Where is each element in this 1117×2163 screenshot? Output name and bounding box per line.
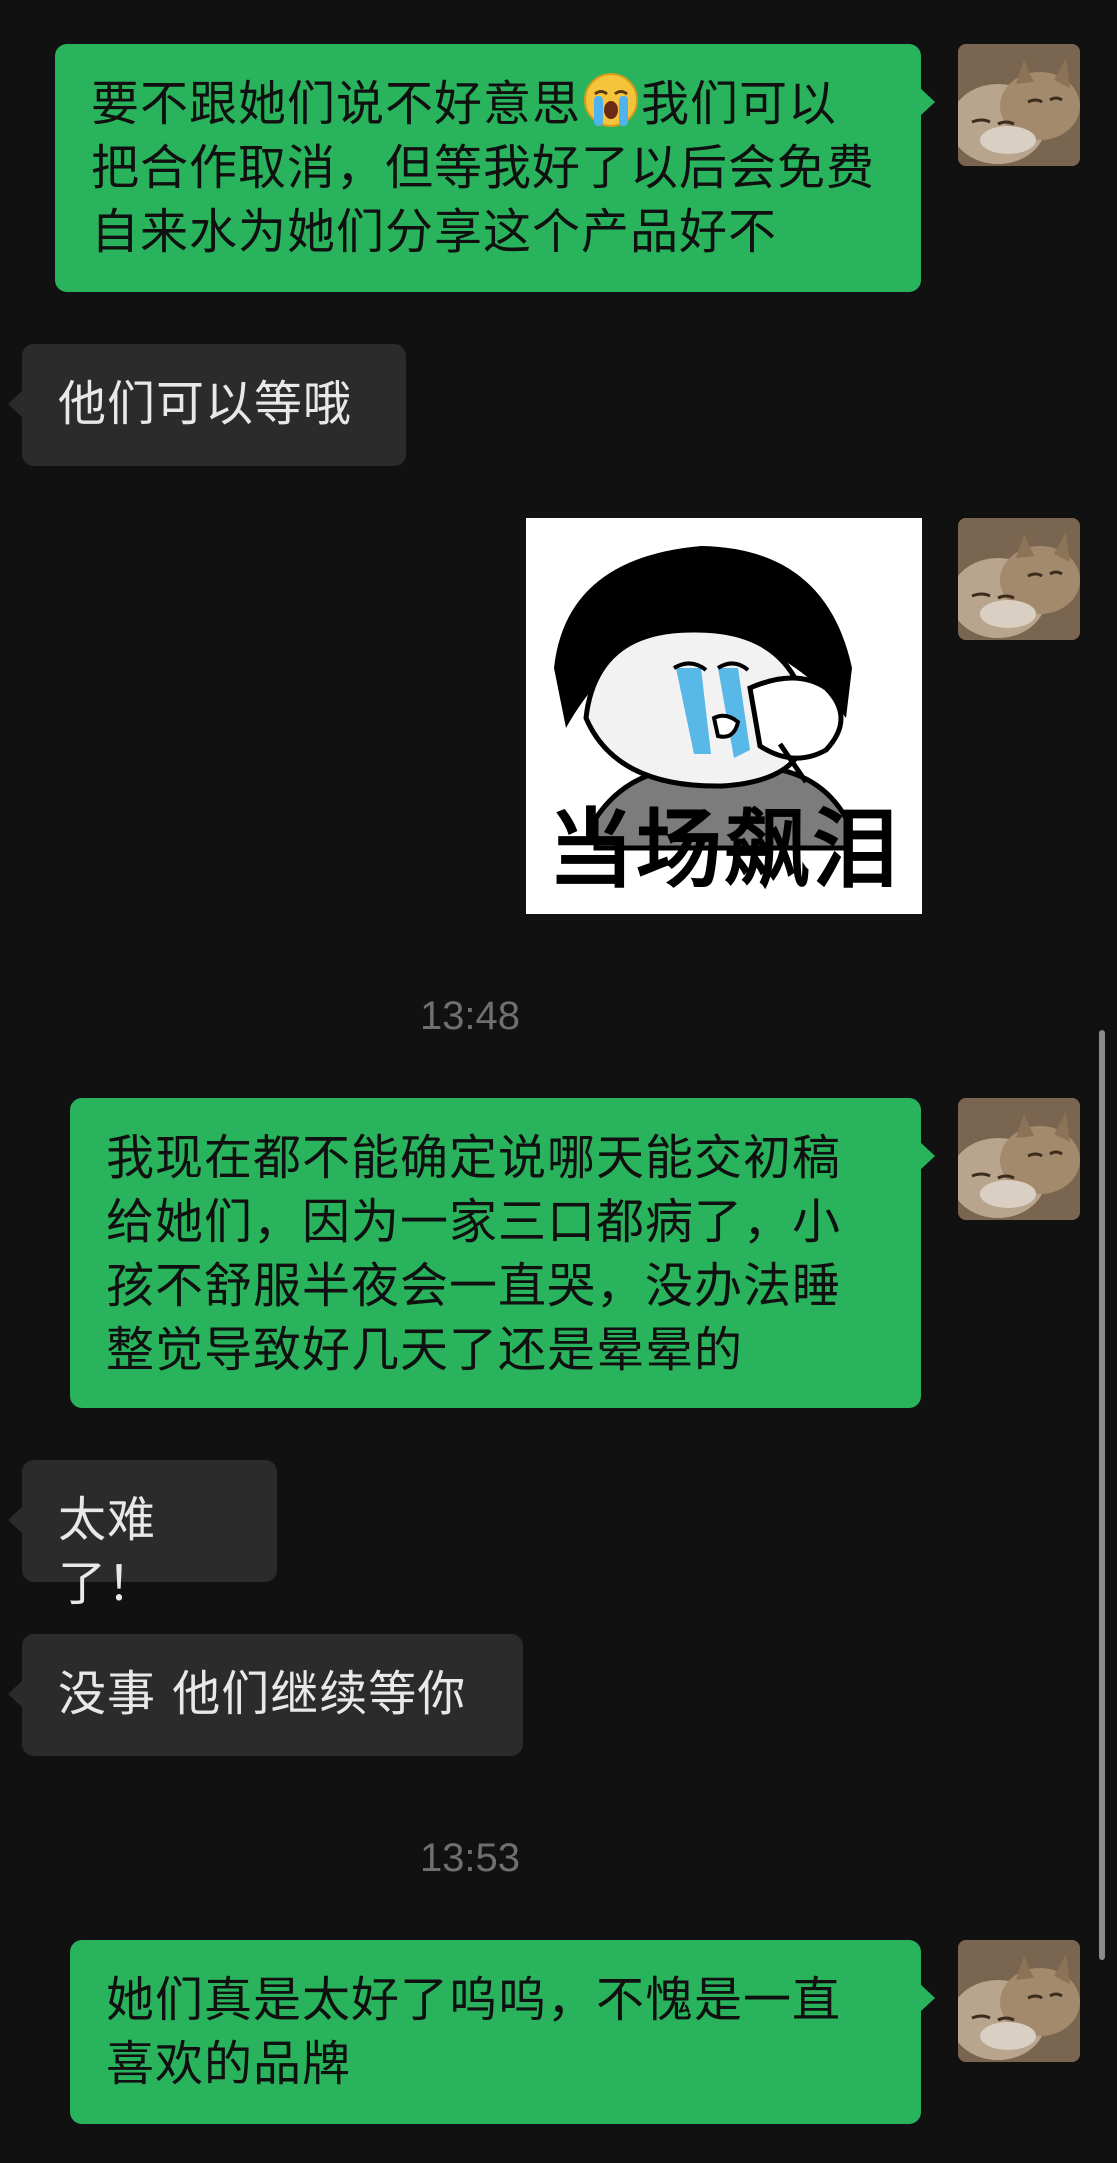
message-bubble-outgoing[interactable]: 我现在都不能确定说哪天能交初稿给她们，因为一家三口都病了，小孩不舒服半夜会一直哭… [70, 1098, 935, 1408]
message-text: 没事 他们继续等你 [58, 1666, 467, 1722]
avatar[interactable] [958, 44, 1080, 166]
message-bubble-outgoing[interactable]: 要不跟她们说不好意思 我们可以把合作取消，但等我好了以后会免费自来水为她们分享这… [55, 44, 935, 292]
avatar[interactable] [958, 1940, 1080, 2062]
timestamp: 13:53 [419, 1836, 521, 1880]
message-text: 他们可以等哦 [58, 376, 353, 432]
message-text: 要不跟她们说不好意思 [91, 76, 582, 132]
cat-avatar-icon [958, 44, 1080, 166]
loudly-crying-face-icon [583, 72, 639, 128]
message-bubble-outgoing[interactable]: 她们真是太好了呜呜，不愧是一直喜欢的品牌 [70, 1940, 935, 2124]
message-text: 她们真是太好了呜呜，不愧是一直喜欢的品牌 [106, 1972, 842, 2092]
message-text: 我现在都不能确定说哪天能交初稿给她们，因为一家三口都病了，小孩不舒服半夜会一直哭… [106, 1130, 842, 1378]
cat-avatar-icon [958, 1940, 1080, 2062]
sticker-caption: 当场飙泪 [548, 800, 900, 900]
message-bubble-incoming[interactable]: 没事 他们继续等你 [8, 1634, 523, 1756]
avatar[interactable] [958, 518, 1080, 640]
message-bubble-incoming[interactable]: 他们可以等哦 [8, 344, 406, 466]
sticker-image[interactable]: 当场飙泪 [526, 518, 922, 914]
avatar[interactable] [958, 1098, 1080, 1220]
message-text: 太难了！ [58, 1492, 157, 1612]
timestamp: 13:48 [419, 994, 521, 1038]
message-bubble-incoming[interactable]: 太难了！ [8, 1460, 277, 1612]
scrollbar[interactable] [1099, 1030, 1105, 1960]
cat-avatar-icon [958, 1098, 1080, 1220]
cat-avatar-icon [958, 518, 1080, 640]
